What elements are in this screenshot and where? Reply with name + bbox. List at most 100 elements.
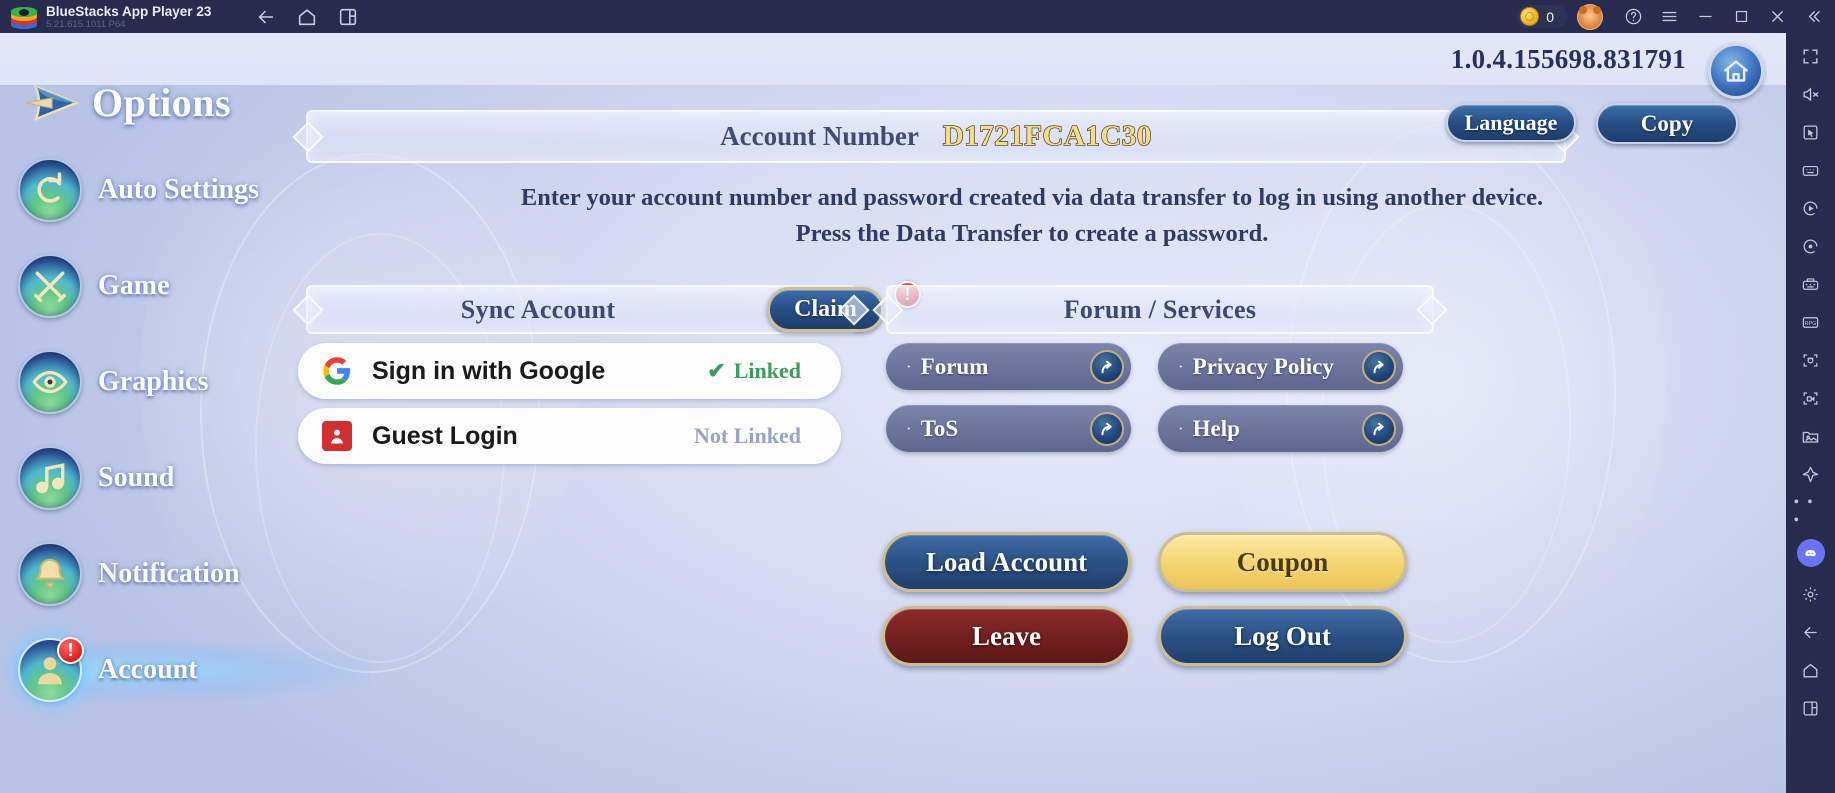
app-name: BlueStacks App Player 23 [46, 3, 212, 19]
more-icon[interactable]: • • • [1794, 494, 1828, 529]
mute-icon[interactable] [1794, 77, 1828, 111]
forum-services-banner: Forum / Services [886, 285, 1434, 334]
help-icon[interactable] [1615, 0, 1651, 33]
bullet: · [906, 356, 912, 376]
back-icon[interactable] [1794, 615, 1828, 649]
swords-icon [18, 254, 82, 318]
sync-account-banner: Sync Account Claim ! [306, 281, 921, 334]
discord-icon[interactable] [1796, 539, 1825, 567]
language-button[interactable]: Language [1446, 103, 1576, 142]
music-note-icon [18, 446, 82, 510]
privacy-policy-link-label: Privacy Policy [1192, 353, 1334, 379]
google-login-row[interactable]: Sign in with Google ✔ Linked [298, 343, 841, 399]
account-number-banner: Account Number D1721FCA1C30 [306, 110, 1566, 163]
bullet: · [906, 418, 912, 438]
instruction-line-2: Press the Data Transfer to create a pass… [795, 220, 1269, 247]
coin-count: 0 [1546, 8, 1554, 25]
sync-account-title: Sync Account [460, 294, 616, 324]
forum-services-title: Forum / Services [1063, 294, 1257, 324]
claim-button[interactable]: Claim ! [767, 281, 921, 332]
sidebar-item-account[interactable]: ! Account [18, 633, 198, 707]
sidebar-item-label: Auto Settings [98, 174, 260, 205]
menu-icon[interactable] [1651, 0, 1687, 33]
google-icon [323, 357, 351, 385]
sidebar-item-notification[interactable]: Notification [18, 537, 240, 611]
macro-play-icon[interactable] [1794, 191, 1828, 225]
coin-balance[interactable]: 0 [1517, 5, 1567, 28]
screen-root: BlueStacks App Player 23 5.21.615.1011 P… [0, 0, 1835, 793]
eye-icon [18, 350, 82, 414]
media-manager-icon[interactable] [1794, 419, 1828, 453]
external-link-icon [1090, 411, 1124, 446]
home-icon[interactable] [1794, 653, 1828, 687]
account-number-label: Account Number [720, 121, 919, 151]
cursor-icon[interactable] [1794, 115, 1828, 149]
help-link-button[interactable]: · Help [1158, 405, 1403, 452]
forum-link-label: Forum [920, 353, 989, 379]
instruction-text: Enter your account number and password c… [278, 180, 1786, 252]
auto-settings-icon [18, 158, 82, 222]
bluestacks-titlebar: BlueStacks App Player 23 5.21.615.1011 P… [0, 0, 1835, 33]
guest-account-icon [322, 421, 352, 451]
titlebar-right-group: 0 [1517, 0, 1835, 33]
sidebar-item-label: Notification [98, 558, 240, 589]
game-viewport: 1.0.4.155698.831791 Options Auto Setting… [0, 33, 1786, 793]
check-icon: ✔ [707, 358, 726, 383]
tos-link-label: ToS [920, 415, 959, 441]
macro-record-icon[interactable] [1794, 229, 1828, 263]
sidebar-item-auto-settings[interactable]: Auto Settings [18, 153, 259, 227]
bullet: · [1178, 418, 1184, 438]
forum-link-button[interactable]: · Forum [886, 343, 1131, 390]
privacy-policy-link-button[interactable]: · Privacy Policy [1158, 343, 1403, 390]
guest-login-label: Guest Login [372, 421, 518, 450]
bullet: · [1178, 356, 1184, 376]
external-link-icon [1362, 411, 1396, 446]
sidebar-item-label: Sound [98, 462, 175, 493]
sidebar-item-sound[interactable]: Sound [18, 441, 174, 515]
rpg-mode-icon[interactable]: RPG [1794, 305, 1828, 339]
fullscreen-icon[interactable] [1794, 39, 1828, 73]
google-login-status: ✔ Linked [707, 358, 801, 384]
coin-icon [1520, 7, 1540, 26]
screen-record-icon[interactable] [1794, 381, 1828, 415]
home-icon [1724, 60, 1748, 82]
titlebar-text-group: BlueStacks App Player 23 5.21.615.1011 P… [46, 0, 211, 33]
screenshot-icon[interactable] [1794, 343, 1828, 377]
home-icon[interactable] [296, 6, 318, 28]
bell-icon [18, 542, 82, 606]
load-account-button[interactable]: Load Account [882, 532, 1131, 592]
google-login-label: Sign in with Google [372, 356, 606, 385]
bear-avatar-icon[interactable] [1577, 3, 1603, 30]
plane-boost-icon[interactable] [1794, 457, 1828, 491]
keymapping-icon[interactable] [1794, 267, 1828, 301]
guest-login-row[interactable]: Guest Login Not Linked [298, 408, 841, 464]
tos-link-button[interactable]: · ToS [886, 405, 1131, 452]
collapse-icon[interactable] [1795, 0, 1831, 33]
sidebar-item-game[interactable]: Game [18, 249, 170, 323]
sidebar-item-label: Game [98, 270, 170, 301]
sidebar-item-graphics[interactable]: Graphics [18, 345, 208, 419]
sidebar-item-label: Account [98, 654, 198, 685]
external-link-icon [1090, 349, 1124, 384]
person-icon: ! [18, 637, 84, 702]
account-content-panel: Account Number D1721FCA1C30 Language Cop… [278, 85, 1786, 793]
guest-login-status: Not Linked [694, 423, 801, 449]
external-link-icon [1362, 349, 1396, 384]
log-out-button[interactable]: Log Out [1158, 606, 1407, 666]
status-badge: ! [57, 637, 84, 664]
sidebar-item-label: Graphics [98, 366, 209, 397]
multi-instance-icon[interactable] [337, 6, 359, 28]
back-icon[interactable] [255, 6, 277, 28]
close-icon[interactable] [1759, 0, 1795, 33]
keyboard-controls-icon[interactable] [1794, 153, 1828, 187]
recents-icon[interactable] [1794, 691, 1828, 725]
sidebar: Auto Settings Game Graphics Sound Notifi… [0, 85, 370, 793]
app-version: 5.21.615.1011 P64 [46, 18, 126, 30]
copy-button[interactable]: Copy [1596, 103, 1738, 144]
minimize-icon[interactable] [1687, 0, 1723, 33]
settings-gear-icon[interactable] [1794, 577, 1828, 611]
coupon-button[interactable]: Coupon [1158, 532, 1407, 592]
leave-button[interactable]: Leave [882, 606, 1131, 666]
maximize-icon[interactable] [1723, 0, 1759, 33]
titlebar-nav-group [255, 6, 359, 28]
